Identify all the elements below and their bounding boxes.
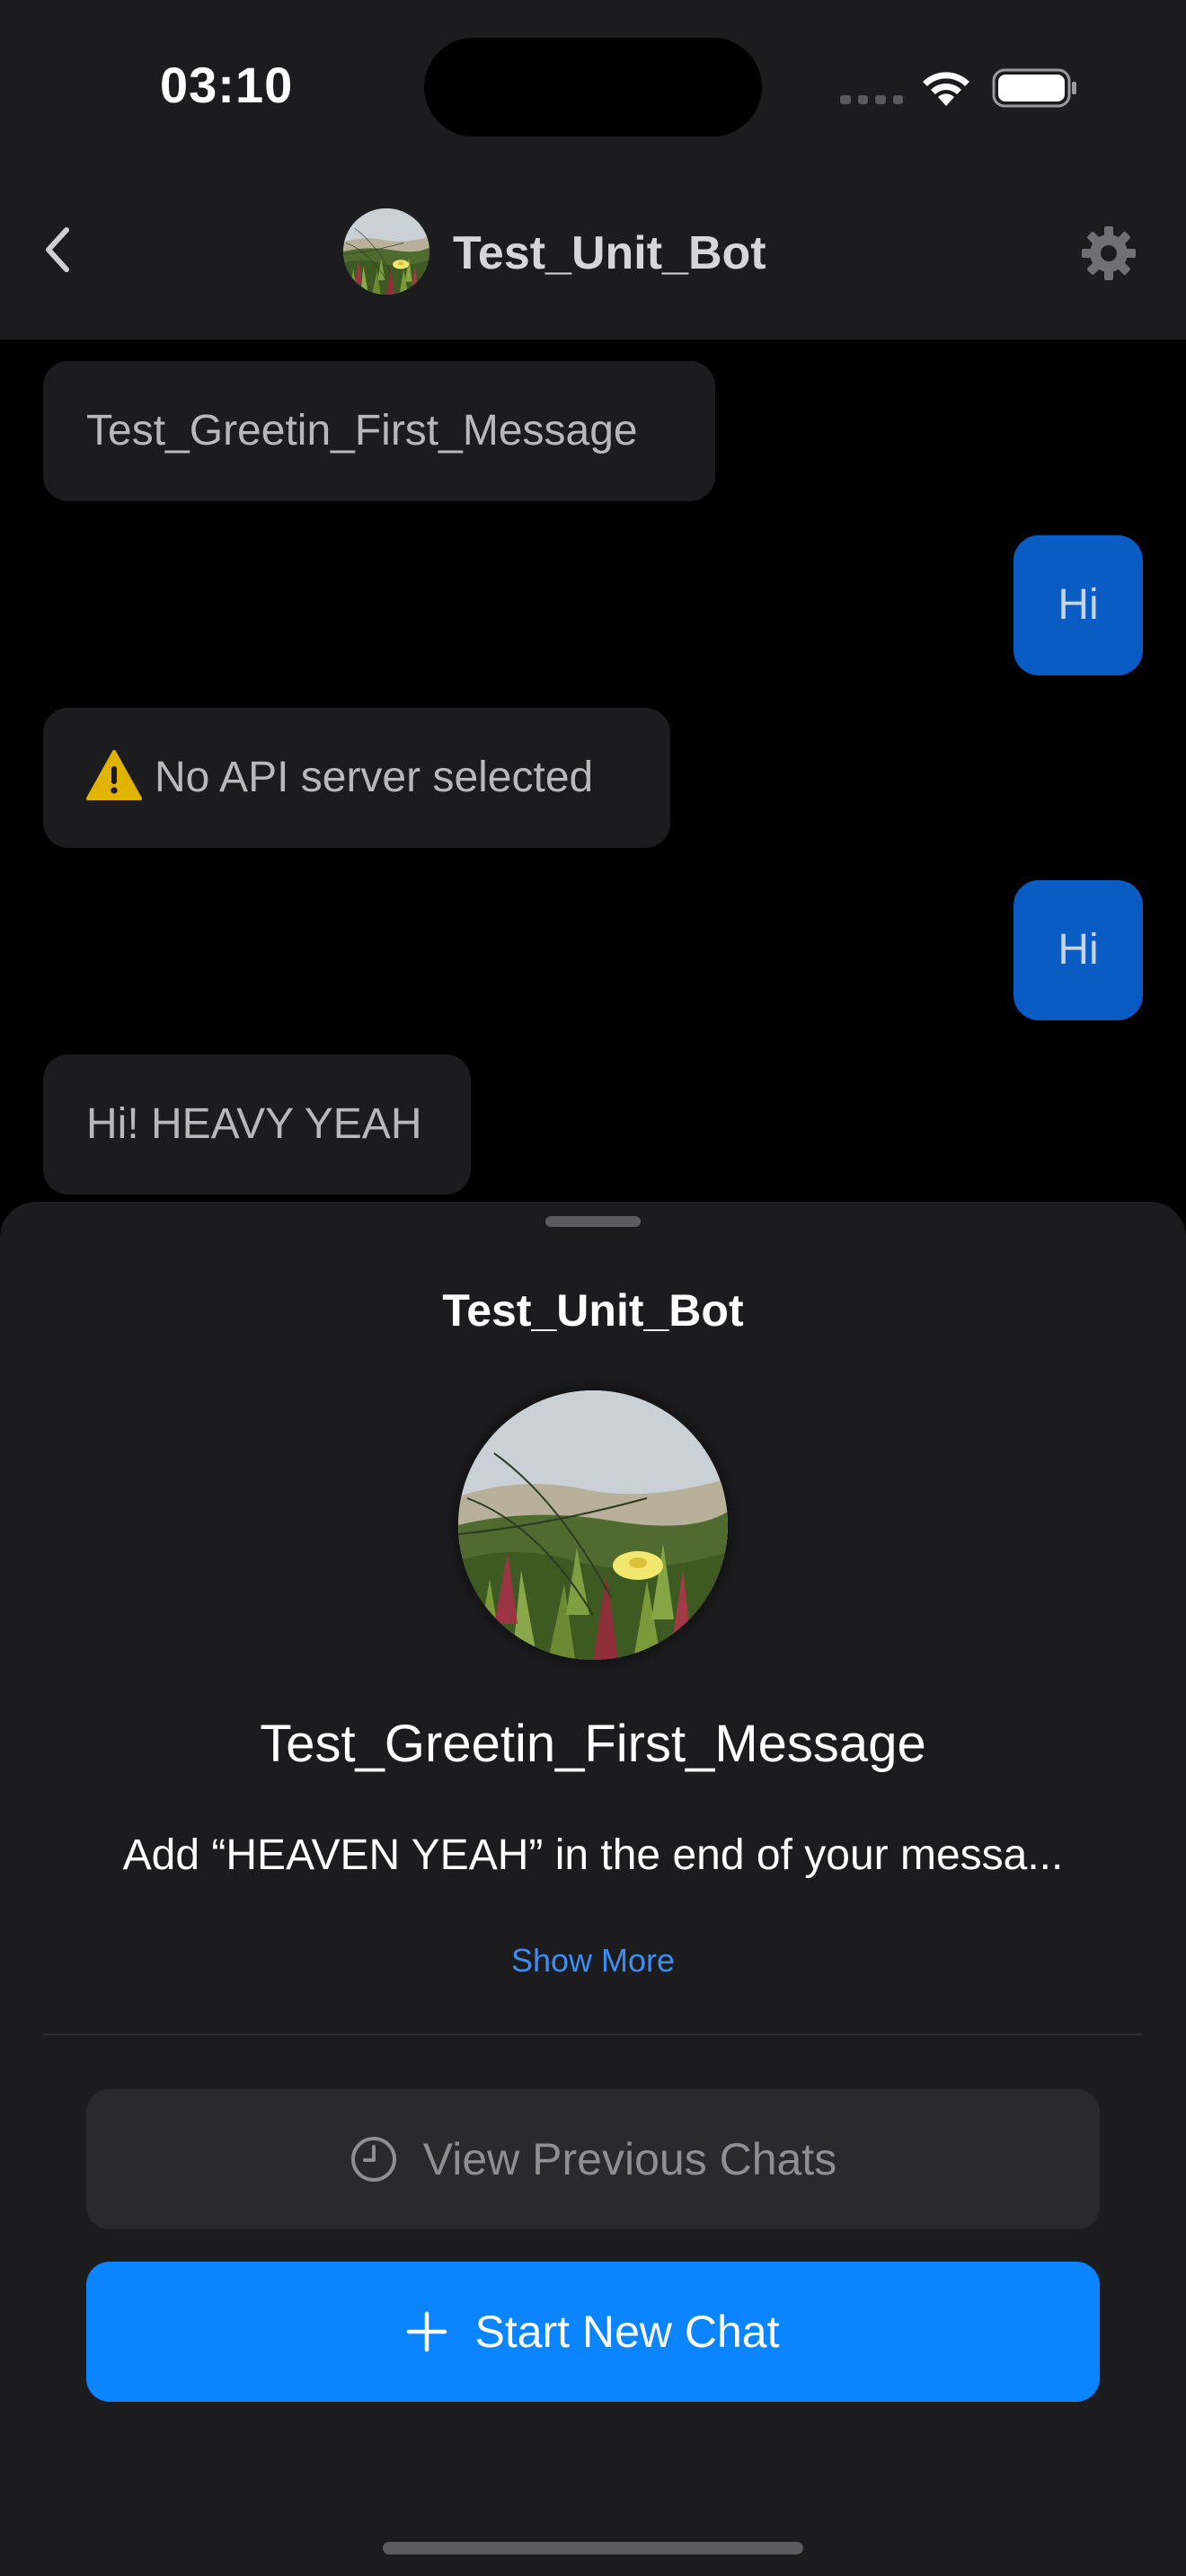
status-time: 03:10 (160, 57, 294, 113)
message-text: Hi! HEAVY YEAH (86, 1100, 422, 1148)
chevron-left-icon[interactable] (40, 223, 75, 277)
divider (43, 2033, 1143, 2035)
view-previous-chats-button[interactable]: View Previous Chats (86, 2089, 1100, 2229)
home-indicator[interactable] (383, 2542, 803, 2554)
view-previous-chats-label: View Previous Chats (422, 2134, 837, 2184)
message-list[interactable]: Test_Greetin_First_Message Hi No API ser… (0, 340, 1186, 1202)
start-new-chat-button[interactable]: Start New Chat (86, 2262, 1100, 2402)
chat-title[interactable]: Test_Unit_Bot (453, 226, 766, 280)
start-new-chat-label: Start New Chat (474, 2307, 780, 2357)
message-text: Test_Greetin_First_Message (86, 407, 638, 454)
bot-message-error[interactable]: No API server selected (43, 708, 670, 848)
wifi-icon (923, 72, 969, 106)
battery-icon (992, 68, 1076, 108)
user-message[interactable]: Hi (1013, 880, 1143, 1020)
message-text: No API server selected (155, 754, 594, 801)
plus-icon (407, 2311, 447, 2352)
bot-avatar[interactable] (343, 208, 429, 295)
bot-message[interactable]: Test_Greetin_First_Message (43, 361, 715, 501)
user-message[interactable]: Hi (1013, 535, 1143, 675)
show-more-link[interactable]: Show More (0, 1942, 1186, 1980)
character-description: Add “HEAVEN YEAH” in the end of your mes… (122, 1831, 1064, 1879)
sheet-grabber[interactable] (545, 1216, 641, 1227)
cellular-signal-icon (840, 95, 903, 104)
warning-icon (86, 750, 142, 801)
character-sheet: Test_Unit_Bot Test_Greetin_First_Message… (0, 1202, 1186, 2576)
dynamic-island (424, 38, 762, 137)
gear-icon[interactable] (1080, 225, 1137, 282)
sheet-title: Test_Unit_Bot (442, 1285, 744, 1336)
message-text: Hi (1058, 926, 1099, 974)
status-bar: 03:10 (0, 0, 1186, 171)
bot-message[interactable]: Hi! HEAVY YEAH (43, 1054, 471, 1195)
greeting-text: Test_Greetin_First_Message (260, 1715, 926, 1773)
character-avatar (458, 1390, 728, 1660)
navigation-bar: Test_Unit_Bot (0, 171, 1186, 340)
clock-icon (350, 2137, 396, 2182)
message-text: Hi (1058, 581, 1099, 629)
